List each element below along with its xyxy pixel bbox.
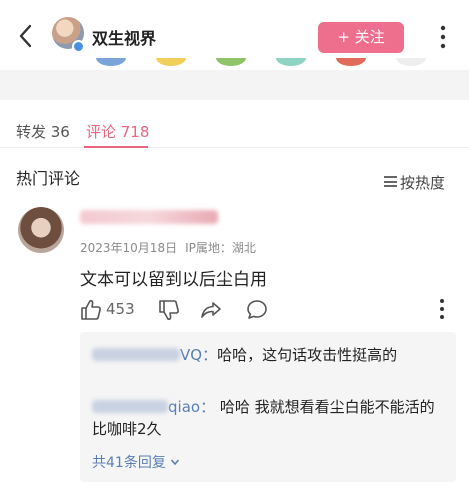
reply-author-suffix[interactable]: VQ (180, 346, 202, 364)
total-replies-label: 共41条回复 (92, 455, 166, 471)
reaction-dot[interactable] (96, 58, 126, 66)
reaction-dot[interactable] (156, 58, 186, 66)
comment-location: IP属地：湖北 (185, 241, 256, 255)
tab-comments[interactable]: 评论 718 (86, 121, 149, 142)
reply-author-redacted[interactable] (92, 400, 168, 413)
back-arrow-icon[interactable] (14, 22, 38, 50)
verified-icon (72, 40, 85, 53)
comment-meta: 2023年10月18日 IP属地：湖北 (80, 239, 264, 256)
section-divider (0, 70, 469, 100)
comment-more-icon[interactable] (438, 298, 446, 320)
active-tab-indicator (84, 146, 148, 148)
chevron-down-icon (171, 459, 180, 466)
reply-author-redacted[interactable] (92, 348, 180, 361)
tab-bar: 转发 36 评论 718 (0, 100, 469, 148)
reaction-dot[interactable] (216, 58, 246, 66)
comment-actions: 453 (80, 298, 460, 322)
comment-author-redacted[interactable] (80, 210, 218, 224)
more-icon[interactable] (436, 24, 450, 50)
like-count: 453 (106, 300, 135, 318)
reaction-dot[interactable] (276, 58, 306, 66)
section-title: 热门评论 (16, 169, 81, 188)
sort-label: 按热度 (400, 174, 446, 192)
reply-item[interactable]: qiao： 哈哈 我就想看看尘白能不能活的比咖啡2久 (92, 396, 444, 440)
share-icon[interactable] (200, 298, 222, 322)
reply-author-suffix[interactable]: qiao (168, 398, 200, 416)
dislike-icon[interactable] (158, 298, 180, 322)
reaction-dots (0, 58, 469, 70)
view-all-replies-link[interactable]: 共41条回复 (92, 452, 180, 472)
tab-reposts[interactable]: 转发 36 (16, 121, 70, 142)
follow-button[interactable]: + 关注 (318, 22, 404, 53)
like-icon[interactable] (80, 298, 102, 322)
comment-text: 文本可以留到以后尘白用 (80, 270, 267, 290)
reaction-dot[interactable] (396, 58, 426, 66)
reply-item[interactable]: VQ：哈哈，这句话攻击性挺高的 (92, 344, 444, 366)
reply-box: VQ：哈哈，这句话攻击性挺高的 qiao： 哈哈 我就想看看尘白能不能活的比咖啡… (80, 332, 456, 482)
comment-avatar[interactable] (18, 207, 64, 253)
username[interactable]: 双生视界 (92, 25, 156, 49)
comment-date: 2023年10月18日 (80, 241, 178, 255)
sort-button[interactable]: 按热度 (384, 172, 445, 193)
reply-text: 哈哈，这句话攻击性挺高的 (217, 346, 398, 364)
reply-colon: ： (200, 398, 220, 416)
sort-icon (384, 176, 397, 187)
reaction-dot[interactable] (336, 58, 366, 66)
reply-colon: ： (202, 346, 218, 364)
comment-icon[interactable] (246, 298, 268, 322)
